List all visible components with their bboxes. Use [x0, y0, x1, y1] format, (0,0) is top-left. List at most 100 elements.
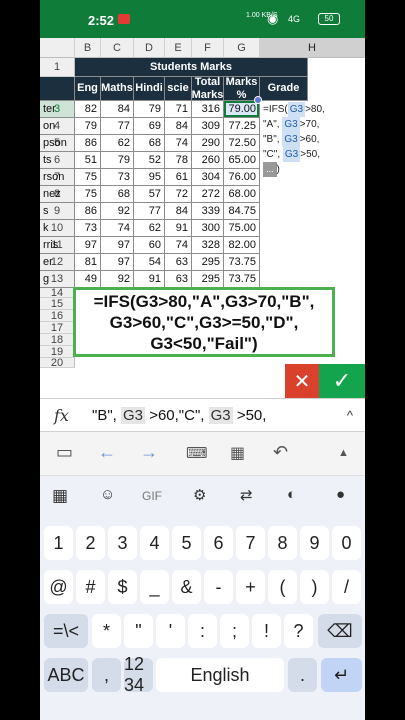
data-cell[interactable]: 62 [134, 220, 165, 237]
col-header-c[interactable]: C [101, 38, 134, 58]
data-cell[interactable]: 86 [75, 135, 101, 152]
key-space[interactable]: English [156, 658, 284, 692]
data-cell[interactable]: 272 [192, 186, 224, 203]
data-cell[interactable]: 295 [192, 271, 224, 288]
data-cell[interactable]: 81 [75, 254, 101, 271]
key-symbol[interactable]: * [92, 614, 121, 648]
key-abc[interactable]: ABC [44, 658, 88, 692]
row-header-1[interactable]: 1 [40, 58, 75, 77]
data-cell[interactable]: 86 [75, 203, 101, 220]
key-5[interactable]: 5 [172, 526, 201, 560]
data-cell[interactable]: 79 [134, 101, 165, 118]
key-symbol[interactable]: $ [108, 570, 137, 604]
col-header-b[interactable]: B [75, 38, 101, 58]
name-cell[interactable]: rris [40, 237, 75, 254]
row-header-16[interactable]: 16 [40, 310, 75, 322]
key-symbol[interactable]: _ [140, 570, 169, 604]
data-cell[interactable]: 75 [75, 186, 101, 203]
data-cell[interactable]: 78 [165, 152, 192, 169]
key-symbol[interactable]: @ [44, 570, 73, 604]
row-header-20[interactable]: 20 [40, 358, 75, 369]
row-header-15[interactable]: 15 [40, 298, 75, 310]
formula-bar[interactable]: fx "B", G3 >60,"C", G3 >50, ^ [40, 398, 365, 432]
col-header-d[interactable]: D [134, 38, 165, 58]
key-symbol[interactable]: ) [300, 570, 329, 604]
data-cell[interactable]: 92 [101, 271, 134, 288]
col-header-g[interactable]: G [224, 38, 260, 58]
key-7[interactable]: 7 [236, 526, 265, 560]
sheet-title[interactable]: Students Marks [75, 58, 308, 77]
caret-up-icon[interactable]: ▲ [338, 447, 349, 459]
data-cell[interactable]: 61 [165, 169, 192, 186]
comment-icon[interactable]: ▭ [56, 442, 73, 463]
sticker-icon[interactable]: ☺ [100, 486, 115, 503]
name-cell[interactable]: g [40, 271, 75, 288]
key-8[interactable]: 8 [268, 526, 297, 560]
header-name[interactable] [40, 77, 75, 101]
data-cell[interactable]: 260 [192, 152, 224, 169]
data-cell[interactable]: 77 [101, 118, 134, 135]
key-9[interactable]: 9 [300, 526, 329, 560]
data-cell[interactable]: 54 [134, 254, 165, 271]
data-cell[interactable]: 97 [101, 254, 134, 271]
name-cell[interactable]: ts [40, 152, 75, 169]
name-cell[interactable]: s [40, 203, 75, 220]
data-cell[interactable]: 73.75 [224, 271, 260, 288]
data-cell[interactable]: 316 [192, 101, 224, 118]
data-cell[interactable]: 304 [192, 169, 224, 186]
fx-icon[interactable]: fx [54, 406, 69, 425]
key-comma[interactable]: , [92, 658, 121, 692]
palette-icon[interactable]: ◐ [287, 486, 296, 503]
key-numpad[interactable]: 12 34 [124, 654, 153, 695]
key-3[interactable]: 3 [108, 526, 137, 560]
data-cell[interactable]: 84 [101, 101, 134, 118]
data-cell[interactable]: 68 [134, 135, 165, 152]
key-symbol[interactable]: : [188, 614, 217, 648]
confirm-button[interactable]: ✓ [319, 364, 365, 398]
header-cell[interactable]: Eng [75, 77, 101, 101]
selection-handle-top[interactable] [254, 96, 262, 104]
data-cell[interactable]: 328 [192, 237, 224, 254]
key-symbol[interactable]: ' [156, 614, 185, 648]
name-cell[interactable]: k [40, 220, 75, 237]
data-cell[interactable]: 75 [75, 169, 101, 186]
key-symbol[interactable]: & [172, 570, 201, 604]
key-1[interactable]: 1 [44, 526, 73, 560]
col-header-e[interactable]: E [165, 38, 192, 58]
row-header-18[interactable]: 18 [40, 334, 75, 346]
data-cell[interactable]: 82 [75, 101, 101, 118]
key-period[interactable]: . [288, 658, 317, 692]
header-cell[interactable]: Hindi [134, 77, 165, 101]
data-cell[interactable]: 97 [75, 237, 101, 254]
data-cell[interactable]: 300 [192, 220, 224, 237]
data-cell[interactable]: 72.50 [224, 135, 260, 152]
key-symbol[interactable]: " [124, 614, 153, 648]
key-symbol[interactable]: # [76, 570, 105, 604]
key-0[interactable]: 0 [332, 526, 361, 560]
data-cell[interactable]: 84.75 [224, 203, 260, 220]
key-symbol[interactable]: + [236, 570, 265, 604]
key-symbol[interactable]: ? [284, 614, 313, 648]
calendar-icon[interactable]: ▦ [230, 443, 245, 463]
key-more-symbols[interactable]: =\< [44, 614, 88, 648]
col-header-f[interactable]: F [192, 38, 224, 58]
row-header-17[interactable]: 17 [40, 322, 75, 334]
data-cell[interactable]: 49 [75, 271, 101, 288]
data-cell[interactable]: 63 [165, 271, 192, 288]
key-symbol[interactable]: ; [220, 614, 249, 648]
data-cell[interactable]: 65.00 [224, 152, 260, 169]
data-cell[interactable]: 74 [101, 220, 134, 237]
data-cell[interactable]: 60 [134, 237, 165, 254]
data-cell[interactable]: 79 [101, 152, 134, 169]
corner-cell[interactable] [40, 38, 75, 58]
data-cell[interactable]: 92 [101, 203, 134, 220]
data-cell[interactable]: 69 [134, 118, 165, 135]
name-cell[interactable]: ter [40, 101, 75, 118]
data-cell[interactable]: 62 [101, 135, 134, 152]
name-cell[interactable]: pson [40, 135, 75, 152]
data-cell[interactable]: 82.00 [224, 237, 260, 254]
mic-icon[interactable]: ● [336, 486, 345, 503]
data-cell[interactable]: 63 [165, 254, 192, 271]
data-cell[interactable]: 290 [192, 135, 224, 152]
key-6[interactable]: 6 [204, 526, 233, 560]
